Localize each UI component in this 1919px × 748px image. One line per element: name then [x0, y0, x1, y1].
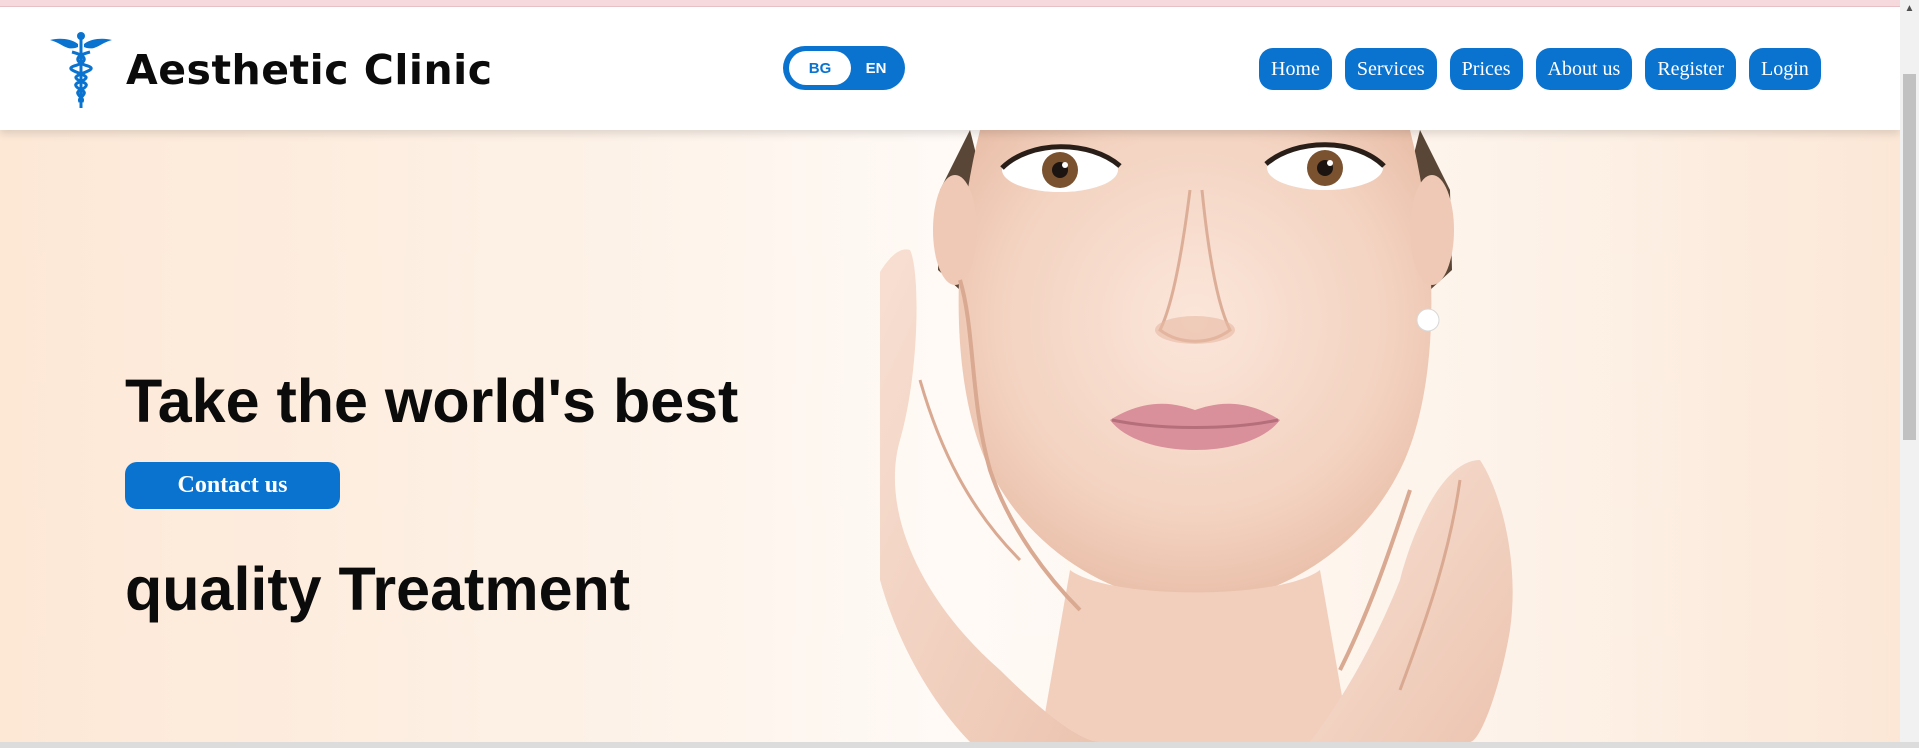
bottom-edge	[0, 742, 1919, 748]
top-border	[0, 0, 1900, 7]
nav-register-button[interactable]: Register	[1645, 48, 1736, 90]
hero-face-image	[880, 130, 1513, 742]
scroll-up-arrow-icon[interactable]: ▲	[1900, 0, 1919, 18]
brand-name[interactable]: Aesthetic Clinic	[126, 46, 493, 94]
vertical-scrollbar[interactable]: ▲	[1900, 0, 1919, 742]
nav-prices-button[interactable]: Prices	[1449, 48, 1523, 90]
nav-login-button[interactable]: Login	[1749, 48, 1821, 90]
scrollbar-thumb[interactable]	[1903, 74, 1916, 440]
language-toggle[interactable]: BG EN	[783, 46, 905, 90]
main-nav: Home Services Prices About us Register L…	[1259, 48, 1821, 90]
hero-heading-line-2: quality Treatment	[125, 555, 631, 623]
page: Aesthetic Clinic BG EN Home Services Pri…	[0, 0, 1919, 748]
language-option-en[interactable]: EN	[853, 51, 899, 85]
hero-heading-line-1: Take the world's best	[125, 367, 739, 435]
nav-home-button[interactable]: Home	[1259, 48, 1332, 90]
nav-services-button[interactable]: Services	[1344, 48, 1437, 90]
site-header: Aesthetic Clinic BG EN Home Services Pri…	[0, 6, 1900, 130]
caduceus-icon[interactable]	[48, 30, 114, 110]
hero-section: Take the world's best quality Treatment …	[0, 130, 1900, 742]
nav-about-button[interactable]: About us	[1535, 48, 1633, 90]
language-option-bg[interactable]: BG	[789, 51, 851, 85]
contact-us-button[interactable]: Contact us	[125, 462, 340, 509]
